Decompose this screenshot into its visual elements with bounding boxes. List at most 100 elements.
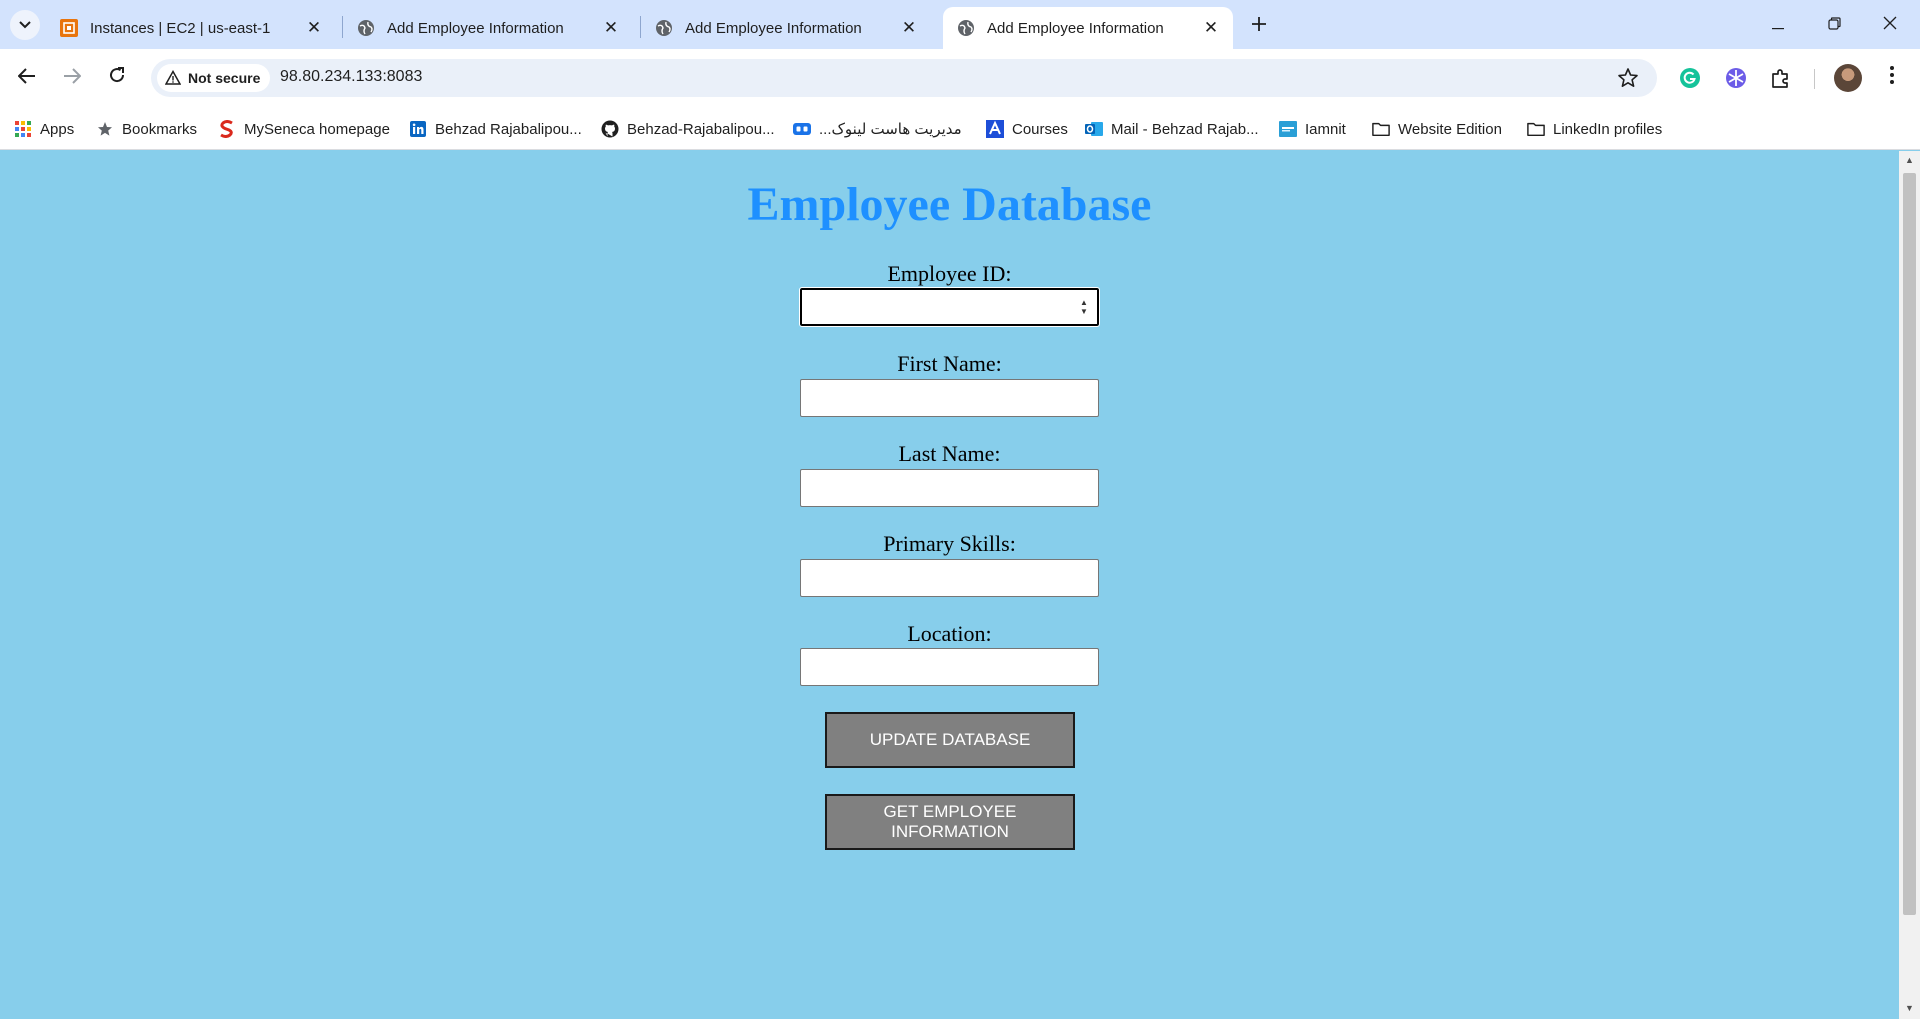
github-icon [601, 120, 619, 138]
bookmark-courses[interactable]: Courses [986, 117, 1068, 141]
site-info-button[interactable]: Not secure [157, 64, 271, 92]
folder-icon [1527, 120, 1545, 138]
iamnit-icon [1279, 120, 1297, 138]
close-icon[interactable]: ✕ [601, 18, 621, 38]
chevron-down-icon [19, 18, 31, 32]
folder-icon [1372, 120, 1390, 138]
arrow-right-icon [63, 67, 82, 90]
employee-id-label: Employee ID: [887, 261, 1012, 286]
bookmark-linkedin[interactable]: Behzad Rajabalipou... [409, 117, 582, 141]
bookmark-label: Bookmarks [122, 120, 198, 138]
bookmark-folder-website-edition[interactable]: Website Edition [1372, 117, 1502, 141]
tab-title: Add Employee Information [387, 19, 564, 37]
bookmark-label: Apps [40, 120, 75, 138]
bookmark-iamnit[interactable]: Iamnit [1279, 117, 1346, 141]
page-title: Employee Database [747, 178, 1152, 231]
toolbar-divider [1814, 69, 1815, 89]
arrow-left-icon [17, 67, 36, 90]
courses-icon [986, 120, 1004, 138]
bookmark-label: Mail - Behzad Rajab... [1111, 120, 1259, 138]
tab-title: Add Employee Information [685, 19, 862, 37]
address-bar[interactable]: Not secure 98.80.234.133:8083 [151, 59, 1657, 97]
bookmark-label: Behzad-Rajabalipou... [627, 120, 775, 138]
last-name-input[interactable] [800, 469, 1099, 507]
primary-skills-label: Primary Skills: [883, 531, 1016, 556]
get-employee-information-button[interactable]: GET EMPLOYEE INFORMATION [825, 794, 1075, 850]
page-scrollbar[interactable]: ▲ ▼ [1899, 151, 1920, 1019]
close-icon[interactable]: ✕ [1201, 18, 1221, 38]
spin-up-icon[interactable]: ▲ [1080, 298, 1088, 307]
scroll-down-arrow-icon[interactable]: ▼ [1904, 1003, 1915, 1014]
tab-ec2-instances[interactable]: Instances | EC2 | us-east-1 ✕ [46, 7, 336, 49]
warning-icon [164, 69, 182, 86]
seneca-icon [218, 120, 236, 138]
snowflake-extension-icon[interactable] [1722, 64, 1750, 92]
profile-avatar[interactable] [1834, 64, 1862, 92]
primary-skills-input[interactable] [800, 559, 1099, 597]
restore-icon [1827, 14, 1841, 35]
bookmark-linux-hosting[interactable]: مدیریت هاست لینوک... [793, 117, 962, 141]
close-icon [1883, 14, 1897, 35]
bookmark-mail[interactable]: Mail - Behzad Rajab... [1085, 117, 1259, 141]
location-label: Location: [907, 621, 992, 646]
tab-add-employee-active[interactable]: Add Employee Information ✕ [943, 7, 1233, 49]
close-window-button[interactable] [1862, 0, 1918, 48]
extensions-puzzle-icon[interactable] [1767, 64, 1795, 92]
globe-icon [957, 19, 975, 37]
tab-strip: Instances | EC2 | us-east-1 ✕ Add Employ… [0, 0, 1920, 49]
bookmark-apps[interactable]: Apps [14, 117, 74, 141]
new-tab-button[interactable] [1244, 10, 1274, 40]
location-input[interactable] [800, 648, 1099, 686]
spin-down-icon[interactable]: ▼ [1080, 307, 1088, 316]
more-vertical-icon [1890, 66, 1894, 90]
bookmark-label: LinkedIn profiles [1553, 120, 1663, 138]
minimize-button[interactable] [1750, 0, 1806, 48]
grammarly-extension-icon[interactable] [1676, 64, 1704, 92]
globe-icon [357, 19, 375, 37]
tab-add-employee-1[interactable]: Add Employee Information ✕ [343, 7, 633, 49]
back-button[interactable] [9, 60, 45, 96]
bookmark-label: Courses [1012, 120, 1068, 138]
reload-icon [108, 66, 126, 90]
security-label: Not secure [188, 70, 261, 86]
hosting-icon [793, 120, 811, 138]
linkedin-icon [409, 120, 427, 138]
close-icon[interactable]: ✕ [899, 18, 919, 38]
globe-icon [655, 19, 673, 37]
plus-icon [1251, 11, 1267, 39]
page-viewport: Employee Database Employee ID: ▲ ▼ First… [0, 151, 1899, 1019]
tab-add-employee-2[interactable]: Add Employee Information ✕ [641, 7, 931, 49]
bookmark-github[interactable]: Behzad-Rajabalipou... [601, 117, 775, 141]
employee-id-input[interactable] [799, 287, 1100, 327]
restore-button[interactable] [1806, 0, 1862, 48]
bookmark-star-icon[interactable] [1617, 67, 1639, 89]
apps-grid-icon [14, 120, 32, 138]
bookmark-folder-linkedin-profiles[interactable]: LinkedIn profiles [1527, 117, 1662, 141]
first-name-label: First Name: [897, 351, 1002, 376]
bookmark-bookmarks[interactable]: Bookmarks [96, 117, 197, 141]
aws-ec2-icon [60, 19, 78, 37]
bookmark-label: MySeneca homepage [244, 120, 390, 138]
tab-title: Add Employee Information [987, 19, 1164, 37]
url-text[interactable]: 98.80.234.133:8083 [280, 68, 422, 86]
close-icon[interactable]: ✕ [304, 18, 324, 38]
bookmark-label: مدیریت هاست لینوک... [819, 121, 962, 138]
last-name-label: Last Name: [898, 441, 1001, 466]
tab-search-button[interactable] [10, 10, 40, 40]
update-database-button[interactable]: UPDATE DATABASE [825, 712, 1075, 768]
number-spinner[interactable]: ▲ ▼ [1077, 294, 1091, 320]
first-name-input[interactable] [800, 379, 1099, 417]
scroll-thumb[interactable] [1903, 173, 1916, 915]
browser-toolbar: Not secure 98.80.234.133:8083 [0, 49, 1920, 108]
bookmark-label: Website Edition [1398, 120, 1502, 138]
bookmark-label: Behzad Rajabalipou... [435, 120, 582, 138]
bookmarks-bar: Apps Bookmarks MySeneca homepage Behzad … [0, 108, 1920, 150]
bookmark-label: Iamnit [1305, 120, 1346, 138]
reload-button[interactable] [99, 60, 135, 96]
bookmark-myseneca[interactable]: MySeneca homepage [218, 117, 390, 141]
browser-menu-button[interactable] [1880, 64, 1904, 92]
tab-title: Instances | EC2 | us-east-1 [90, 19, 271, 37]
scroll-up-arrow-icon[interactable]: ▲ [1904, 155, 1915, 166]
forward-button[interactable] [54, 60, 90, 96]
star-icon [96, 120, 114, 138]
